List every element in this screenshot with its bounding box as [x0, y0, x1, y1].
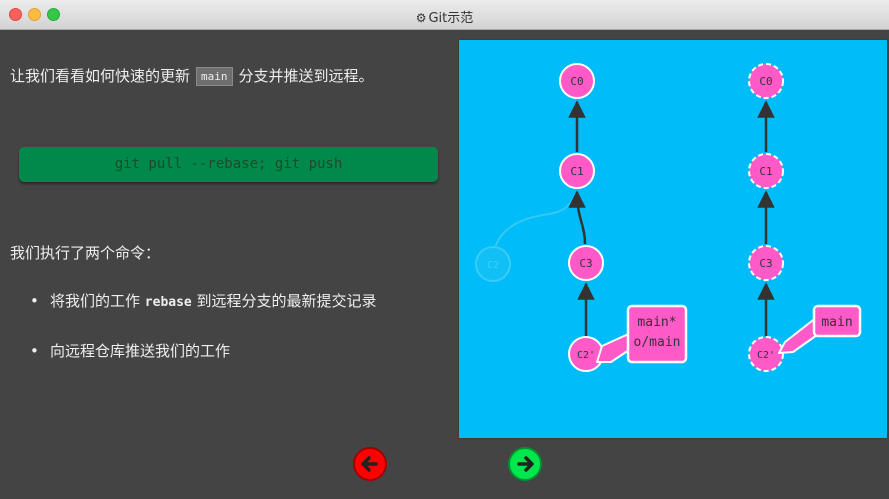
- git-visualization: C2 C0 C1 C3 C2' C0 C1 C3 C2' main* o/mai…: [459, 40, 887, 438]
- command-box[interactable]: git pull --rebase; git push: [19, 147, 438, 182]
- local-commit-c2-prime[interactable]: C2': [568, 336, 604, 372]
- window-titlebar: ⚙ Git示范: [0, 0, 889, 30]
- remote-commit-c0[interactable]: C0: [748, 63, 784, 99]
- edge-local-c3-c1: [568, 190, 587, 245]
- gear-icon: ⚙: [415, 11, 427, 25]
- svg-text:C2': C2': [577, 350, 595, 361]
- svg-text:main*: main*: [637, 315, 676, 330]
- svg-text:C3: C3: [759, 257, 772, 270]
- window-title: ⚙ Git示范: [415, 11, 474, 26]
- rebase-code: rebase: [144, 295, 192, 310]
- arrow-left-icon: [361, 456, 378, 472]
- branch-code-chip: main: [196, 67, 233, 86]
- svg-text:C0: C0: [759, 75, 772, 88]
- explanation-text: 我们执行了两个命令：: [10, 244, 161, 262]
- git-graph: C2 C0 C1 C3 C2' C0 C1 C3 C2' main* o/mai…: [475, 63, 862, 372]
- intro-text: 让我们看看如何快速的更新 main 分支并推送到远程。: [10, 67, 374, 86]
- svg-text:C3: C3: [579, 257, 592, 270]
- local-commit-c3[interactable]: C3: [568, 245, 604, 281]
- remote-commit-c3[interactable]: C3: [748, 245, 784, 281]
- next-button[interactable]: [508, 447, 542, 481]
- svg-text:C1: C1: [759, 165, 772, 178]
- local-commit-c1[interactable]: C1: [559, 153, 595, 189]
- list-item: 将我们的工作 rebase 到远程分支的最新提交记录: [30, 290, 377, 314]
- svg-text:C2: C2: [487, 260, 499, 271]
- remote-commit-c2-prime[interactable]: C2': [748, 336, 784, 372]
- svg-text:main: main: [821, 315, 852, 330]
- remote-commit-c1[interactable]: C1: [748, 153, 784, 189]
- remote-branch-label[interactable]: main: [778, 304, 862, 354]
- local-branch-label[interactable]: main* o/main: [596, 304, 688, 364]
- steps-list: 将我们的工作 rebase 到远程分支的最新提交记录 向远程仓库推送我们的工作: [30, 290, 377, 388]
- arrow-right-icon: [517, 456, 534, 472]
- back-button[interactable]: [353, 447, 387, 481]
- svg-text:o/main: o/main: [634, 335, 681, 350]
- local-commit-c0[interactable]: C0: [559, 63, 595, 99]
- svg-text:C1: C1: [570, 165, 583, 178]
- ghost-commit-c2[interactable]: C2: [475, 246, 511, 282]
- list-item: 向远程仓库推送我们的工作: [30, 340, 377, 362]
- svg-text:C0: C0: [570, 75, 583, 88]
- svg-text:C2': C2': [757, 350, 775, 361]
- instructions-panel: 让我们看看如何快速的更新 main 分支并推送到远程。 git pull --reb…: [0, 30, 450, 499]
